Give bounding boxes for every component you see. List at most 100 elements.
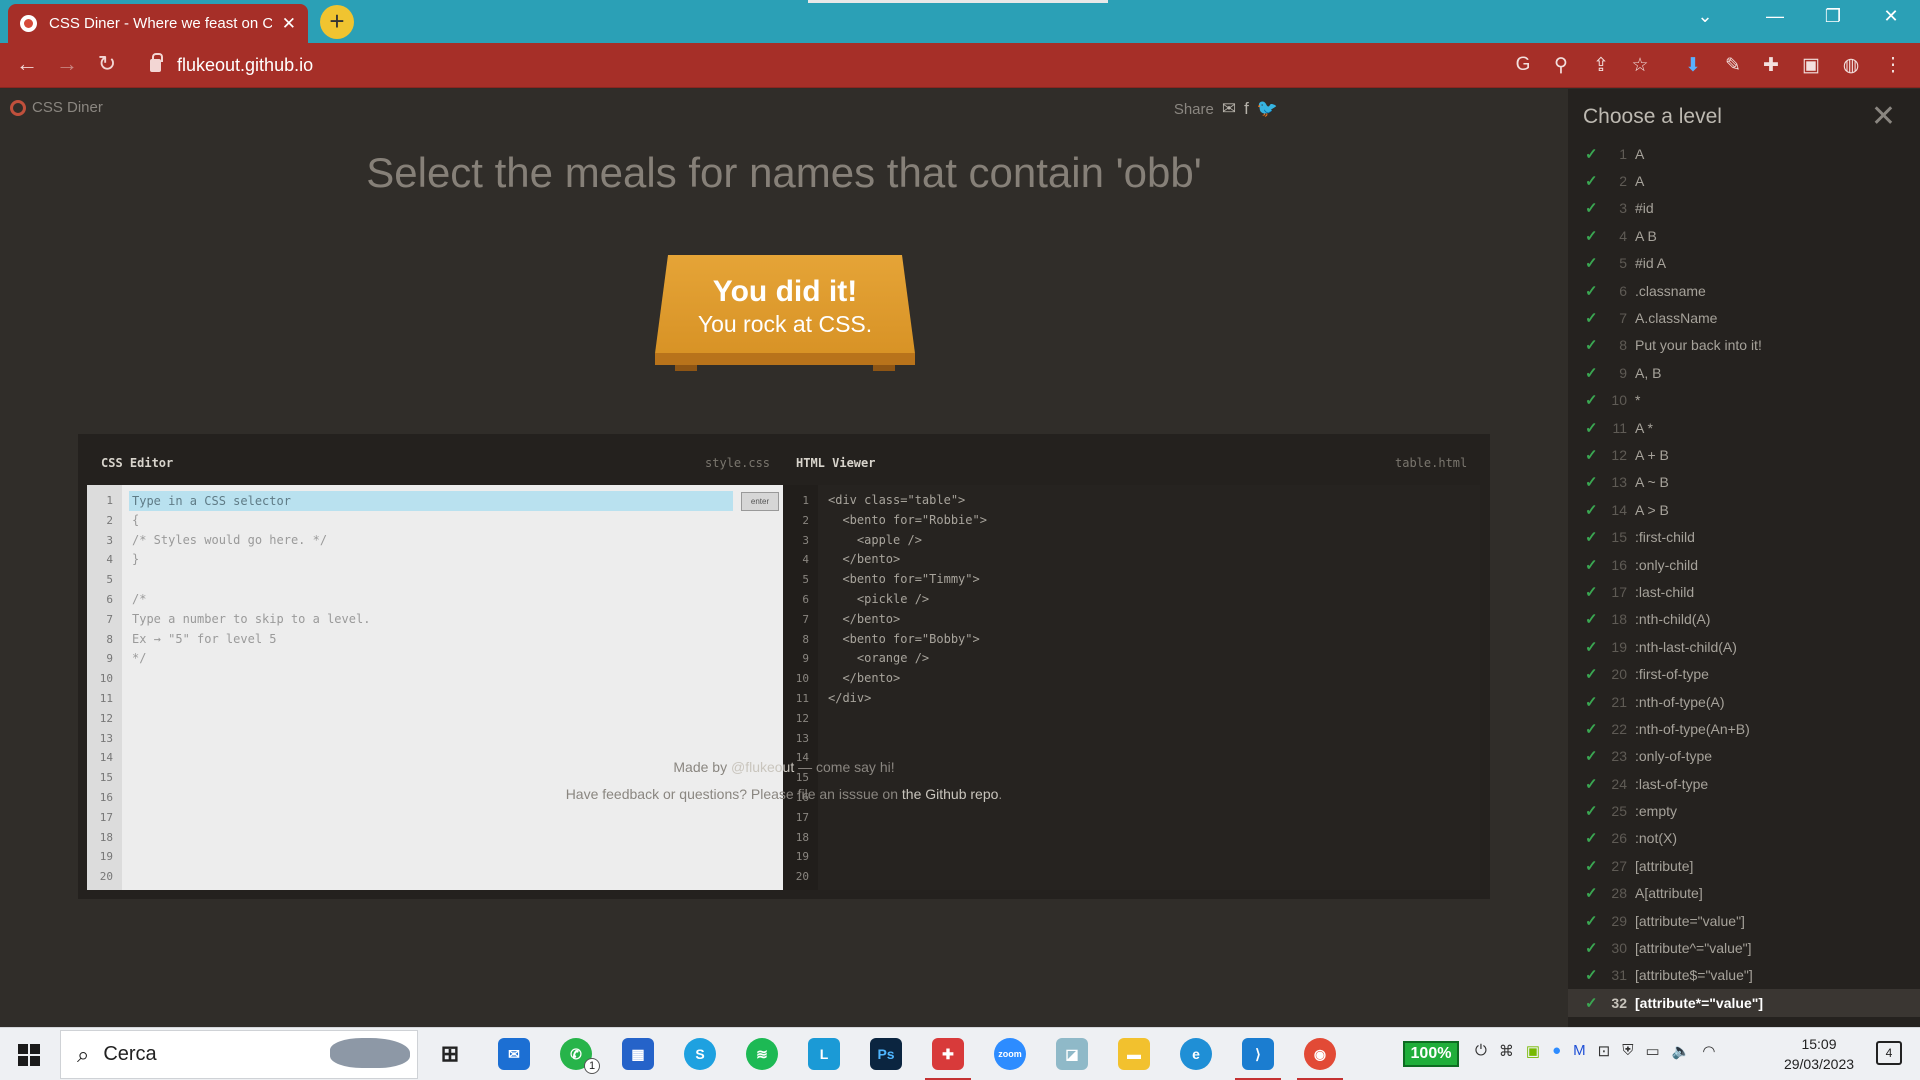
github-repo-link[interactable]: the Github repo xyxy=(902,786,999,802)
zoom-tray-icon[interactable]: ● xyxy=(1552,1042,1561,1060)
twitter-icon[interactable]: 🐦 xyxy=(1257,99,1278,119)
level-item-20[interactable]: ✓ 20:first-of-type xyxy=(1568,660,1920,687)
email-icon[interactable]: ✉ xyxy=(1222,99,1236,119)
vscode-app-icon[interactable]: ⟩ xyxy=(1242,1038,1274,1070)
nvidia-icon[interactable]: ▣ xyxy=(1526,1042,1540,1060)
level-item-18[interactable]: ✓ 18:nth-child(A) xyxy=(1568,606,1920,633)
volume-icon[interactable]: 🔈 xyxy=(1672,1042,1691,1060)
close-tab-icon[interactable]: ✕ xyxy=(282,14,296,34)
extensions-puzzle-icon[interactable]: ✚ xyxy=(1758,54,1784,77)
notes-app-icon[interactable]: ◪ xyxy=(1056,1038,1088,1070)
level-name: A[attribute] xyxy=(1635,885,1703,902)
task-view-icon[interactable]: ⊞ xyxy=(434,1038,466,1070)
level-item-27[interactable]: ✓ 27 [attribute] xyxy=(1568,852,1920,879)
level-number: 12 xyxy=(1611,446,1627,463)
store-app-icon[interactable]: ▦ xyxy=(622,1038,654,1070)
level-item-3[interactable]: ✓ 3 #id xyxy=(1568,195,1920,222)
chrome-app-icon[interactable]: ◉ xyxy=(1304,1038,1336,1070)
facebook-icon[interactable]: f xyxy=(1244,99,1249,119)
level-item-8[interactable]: ✓ 8 Put your back into it! xyxy=(1568,332,1920,359)
css-selector-input[interactable] xyxy=(129,491,733,511)
l-app-icon[interactable]: L xyxy=(808,1038,840,1070)
bookmark-star-icon[interactable]: ☆ xyxy=(1627,54,1653,77)
wifi-icon[interactable]: ◠ xyxy=(1702,1042,1715,1060)
back-icon[interactable]: ← xyxy=(12,51,42,77)
red-app-icon[interactable]: ✚ xyxy=(932,1038,964,1070)
side-panel-icon[interactable]: ▣ xyxy=(1798,54,1824,77)
enter-button[interactable]: enter xyxy=(741,492,779,511)
minimize-icon[interactable]: — xyxy=(1760,6,1790,27)
battery-icon[interactable]: ▭ xyxy=(1645,1042,1659,1060)
download-icon[interactable]: ⬇ xyxy=(1680,54,1706,77)
level-item-12[interactable]: ✓ 12 A + B xyxy=(1568,441,1920,468)
level-item-22[interactable]: ✓ 22:nth-of-type(An+B) xyxy=(1568,715,1920,742)
share-page-icon[interactable]: ⇪ xyxy=(1588,54,1614,77)
photoshop-app-icon[interactable]: Ps xyxy=(870,1038,902,1070)
level-item-7[interactable]: ✓ 7 A.className xyxy=(1568,304,1920,331)
level-number: 25 xyxy=(1611,803,1627,820)
author-link[interactable]: @flukeout xyxy=(731,759,794,775)
system-clock[interactable]: 15:09 29/03/2023 xyxy=(1777,1034,1861,1074)
power-plug-icon[interactable]: ⏻ xyxy=(1475,1042,1487,1060)
level-item-2[interactable]: ✓ 2 A xyxy=(1568,167,1920,194)
reload-icon[interactable]: ↻ xyxy=(92,51,122,77)
url-text[interactable]: flukeout.github.io xyxy=(177,55,313,76)
skype-app-icon[interactable]: S xyxy=(684,1038,716,1070)
level-item-23[interactable]: ✓ 23:only-of-type xyxy=(1568,743,1920,770)
code-line: <bento for="Robbie"> xyxy=(828,512,987,527)
notification-center-icon[interactable]: 4 xyxy=(1876,1041,1902,1065)
level-item-11[interactable]: ✓ 11 A * xyxy=(1568,414,1920,441)
forward-icon[interactable]: → xyxy=(52,51,82,77)
browser-tab[interactable]: CSS Diner - Where we feast on C ✕ xyxy=(8,4,308,43)
close-window-icon[interactable]: ✕ xyxy=(1876,6,1906,27)
camera-icon[interactable]: ⊡ xyxy=(1598,1042,1611,1060)
checkmark-icon: ✓ xyxy=(1585,501,1598,519)
defender-shield-icon[interactable]: ⛨ xyxy=(1622,1042,1633,1060)
google-lens-icon[interactable]: G xyxy=(1510,54,1536,76)
malwarebytes-icon[interactable]: M xyxy=(1573,1042,1586,1060)
new-tab-button[interactable]: + xyxy=(320,5,354,39)
css-diner-logo[interactable]: CSS Diner xyxy=(10,99,103,116)
edge-app-icon[interactable]: e xyxy=(1180,1038,1212,1070)
level-item-16[interactable]: ✓ 16:only-child xyxy=(1568,551,1920,578)
level-item-10[interactable]: ✓ 10 * xyxy=(1568,387,1920,414)
level-item-31[interactable]: ✓ 31 [attribute$="value"] xyxy=(1568,962,1920,989)
menu-kebab-icon[interactable]: ⋮ xyxy=(1880,54,1906,77)
level-item-26[interactable]: ✓ 26:not(X) xyxy=(1568,825,1920,852)
zoom-app-icon[interactable]: zoom xyxy=(994,1038,1026,1070)
level-item-14[interactable]: ✓ 14 A > B xyxy=(1568,496,1920,523)
profile-avatar-icon[interactable]: ◍ xyxy=(1838,54,1864,77)
level-item-13[interactable]: ✓ 13 A ~ B xyxy=(1568,469,1920,496)
lock-icon[interactable] xyxy=(150,53,163,72)
file-explorer-icon[interactable]: ▬ xyxy=(1118,1038,1150,1070)
level-item-32[interactable]: ✓ 32 [attribute*="value"] xyxy=(1568,989,1920,1017)
level-item-25[interactable]: ✓ 25:empty xyxy=(1568,797,1920,824)
windows-taskbar: ⌕ Cerca ⊞ ✉ ✆ 1 ▦ S ≋ L Ps ✚ zoom ◪ ▬ e … xyxy=(0,1027,1920,1080)
tab-search-chevron-icon[interactable]: ⌄ xyxy=(1690,6,1720,27)
clock-date: 29/03/2023 xyxy=(1783,1056,1855,1072)
level-item-4[interactable]: ✓ 4 A B xyxy=(1568,222,1920,249)
level-item-28[interactable]: ✓ 28 A[attribute] xyxy=(1568,880,1920,907)
level-item-6[interactable]: ✓ 6 .classname xyxy=(1568,277,1920,304)
level-item-21[interactable]: ✓ 21:nth-of-type(A) xyxy=(1568,688,1920,715)
level-number: 2 xyxy=(1619,173,1627,190)
windows-start-icon[interactable] xyxy=(18,1044,40,1066)
level-item-29[interactable]: ✓ 29 [attribute="value"] xyxy=(1568,907,1920,934)
level-item-1[interactable]: ✓ 1 A xyxy=(1568,140,1920,167)
battery-indicator[interactable]: 100% xyxy=(1403,1041,1459,1067)
level-item-30[interactable]: ✓ 30 [attribute^="value"] xyxy=(1568,934,1920,961)
level-item-17[interactable]: ✓ 17:last-child xyxy=(1568,578,1920,605)
level-item-15[interactable]: ✓ 15:first-child xyxy=(1568,523,1920,550)
close-sidebar-icon[interactable]: ✕ xyxy=(1871,99,1896,134)
address-bar[interactable]: flukeout.github.io xyxy=(140,49,1660,82)
spotify-app-icon[interactable]: ≋ xyxy=(746,1038,778,1070)
mail-app-icon[interactable]: ✉ xyxy=(498,1038,530,1070)
level-item-9[interactable]: ✓ 9 A, B xyxy=(1568,359,1920,386)
extension-pen-icon[interactable]: ✎ xyxy=(1720,54,1746,77)
level-item-5[interactable]: ✓ 5 #id A xyxy=(1568,250,1920,277)
level-item-24[interactable]: ✓ 24:last-of-type xyxy=(1568,770,1920,797)
network-share-icon[interactable]: ⌘ xyxy=(1499,1042,1514,1060)
restore-icon[interactable]: ❐ xyxy=(1818,6,1848,27)
zoom-icon[interactable]: ⚲ xyxy=(1548,54,1574,77)
level-item-19[interactable]: ✓ 19:nth-last-child(A) xyxy=(1568,633,1920,660)
